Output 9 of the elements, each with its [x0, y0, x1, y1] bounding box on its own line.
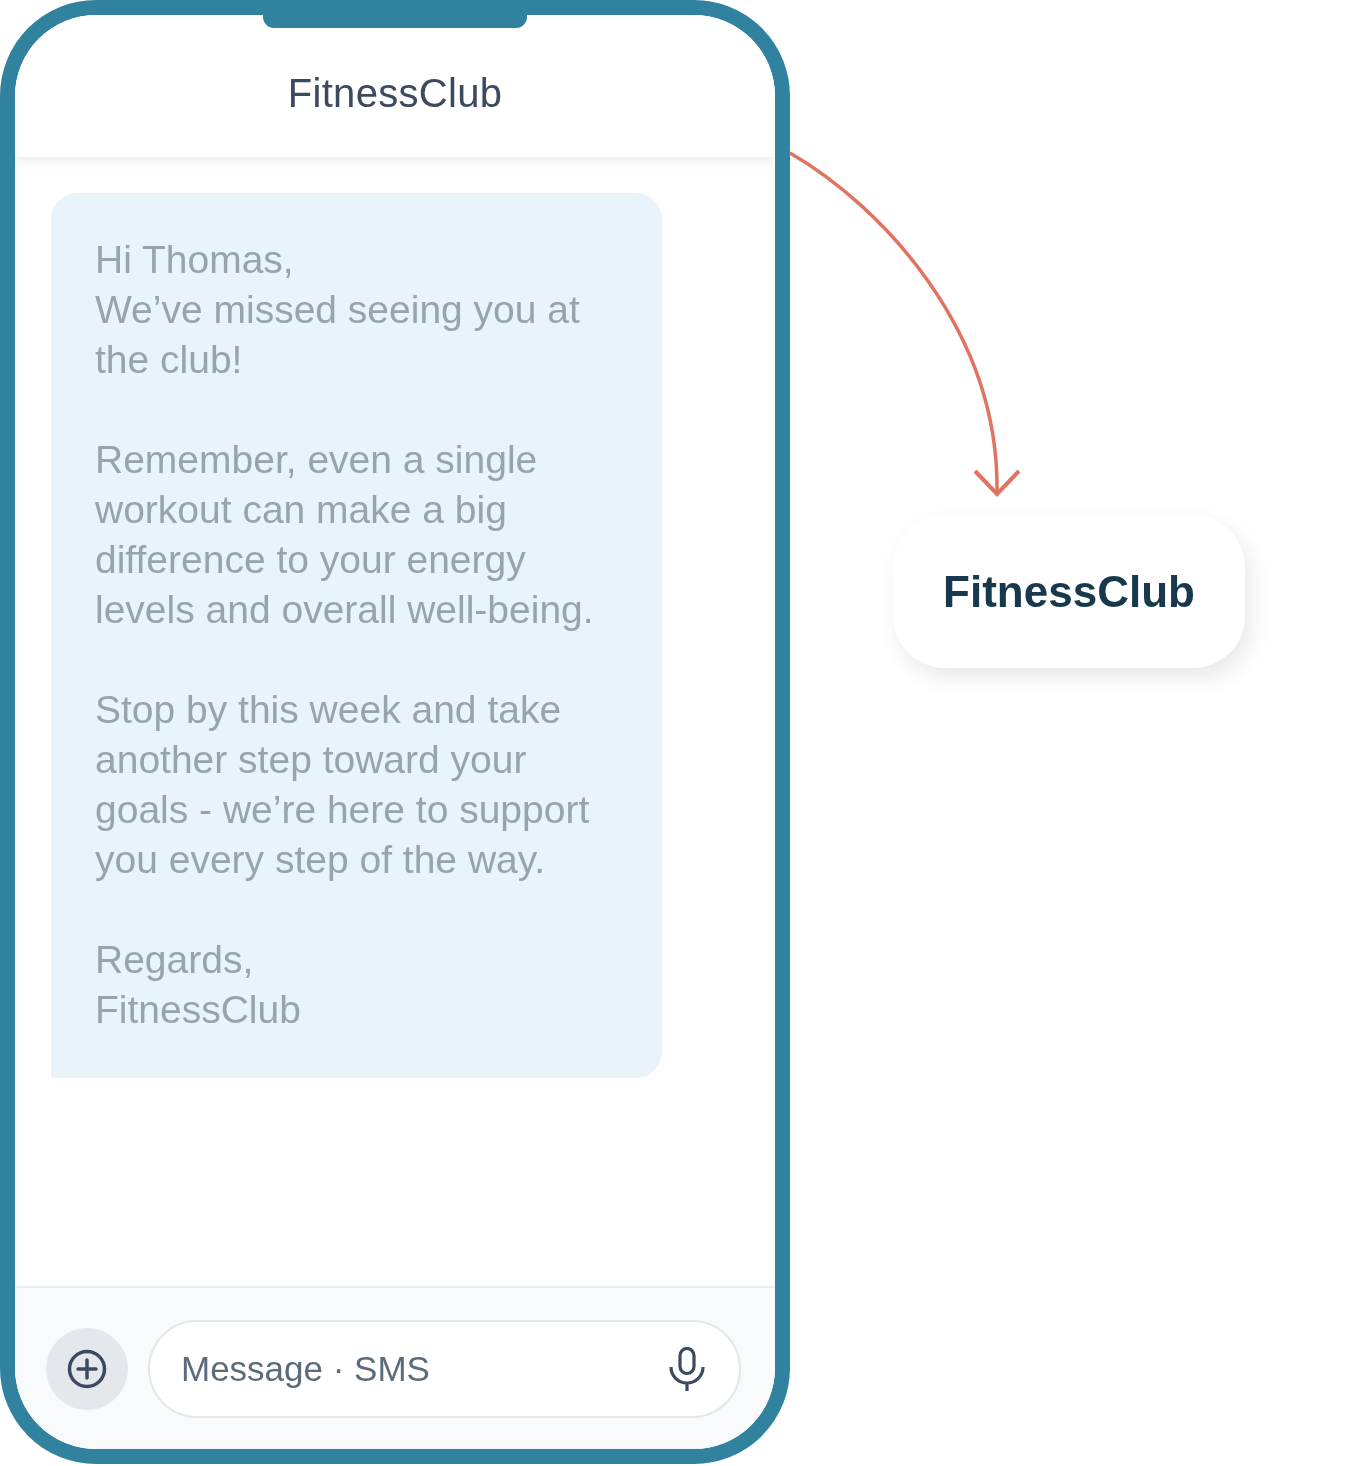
plus-circle-icon [67, 1348, 107, 1389]
contact-name: FitnessClub [287, 69, 503, 116]
message-field[interactable]: Message · SMS [148, 1319, 741, 1418]
message-text: Stop by this week and take another step toward your goals - we’re here to support you every step of the way. [95, 687, 591, 883]
message-text: Regards, FitnessClub [95, 937, 302, 1033]
sender-name: FitnessClub [943, 566, 1195, 617]
message-text: Hi Thomas, We’ve missed seeing you at the club! [95, 237, 581, 383]
message-text: Remember, even a single workout can make a big difference to your energy levels and overall well-being. [95, 437, 595, 633]
microphone-icon[interactable] [669, 1346, 705, 1391]
